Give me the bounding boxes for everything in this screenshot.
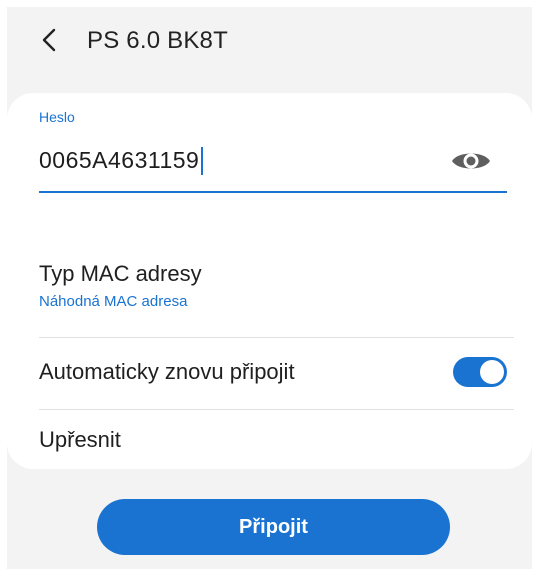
show-password-button[interactable] [449,145,493,177]
mac-address-type-value: Náhodná MAC adresa [39,293,188,310]
back-button[interactable] [37,25,61,55]
auto-reconnect-toggle[interactable] [453,357,507,387]
password-field[interactable]: 0065A4631159 [39,137,507,193]
page-title: PS 6.0 BK8T [87,27,228,54]
password-input-value[interactable]: 0065A4631159 [39,147,199,174]
auto-reconnect-label: Automaticky znovu připojit [39,359,295,384]
connect-button[interactable]: Připojit [97,499,450,555]
text-cursor [201,147,203,175]
settings-card: Heslo 0065A4631159 Typ MAC adresy Náhodn… [7,93,532,469]
mac-address-type-row[interactable]: Typ MAC adresy Náhodná MAC adresa [39,261,514,333]
auto-reconnect-row[interactable]: Automaticky znovu připojit [39,349,514,403]
mac-address-type-label: Typ MAC adresy [39,261,202,286]
advanced-label: Upřesnit [39,427,121,452]
toggle-knob [480,360,504,384]
divider [39,409,514,410]
advanced-row[interactable]: Upřesnit [39,421,514,457]
divider [39,337,514,338]
chevron-left-icon [42,28,56,52]
password-label: Heslo [39,109,75,125]
header: PS 6.0 BK8T [7,7,532,87]
eye-icon [452,153,490,169]
wifi-network-screen: PS 6.0 BK8T Heslo 0065A4631159 Typ MAC a… [7,7,532,569]
